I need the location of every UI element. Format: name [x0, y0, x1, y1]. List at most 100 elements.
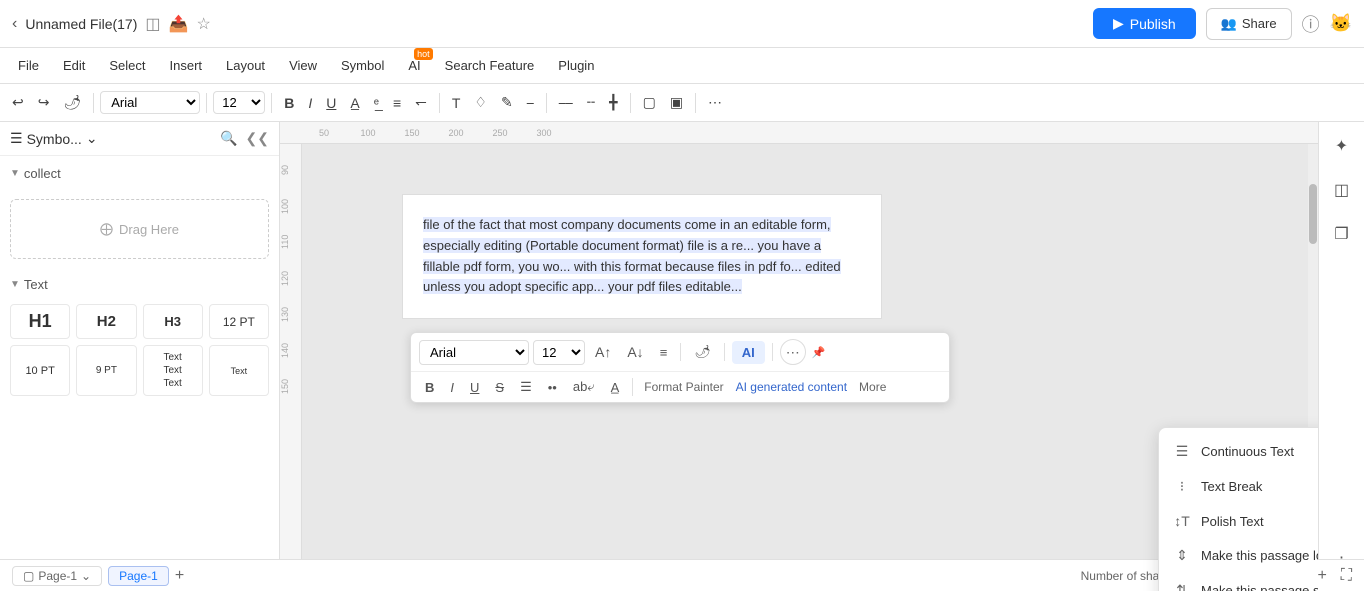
float-italic-button[interactable]: I	[444, 377, 460, 398]
share-button[interactable]: 👥 Share	[1206, 8, 1292, 40]
float-font-down-button[interactable]: A↓	[621, 341, 649, 363]
text-header[interactable]: ▼ Text	[10, 273, 269, 296]
text-item-12pt[interactable]: 12 PT	[209, 304, 269, 339]
sidebar-icons: 🔍 ❮❮	[220, 130, 269, 147]
fill-button[interactable]: ♢	[468, 90, 493, 115]
sidebar-search-icon[interactable]: 🔍	[220, 130, 237, 147]
cm-item-longer[interactable]: ⇕ Make this passage longer	[1159, 538, 1318, 573]
line-spacing-button[interactable]: ≡	[387, 91, 407, 115]
float-wrap-button[interactable]: ab⤶	[567, 376, 601, 398]
toolbar-divider-4	[439, 93, 440, 113]
cm-item-continuous-text[interactable]: ☰ Continuous Text	[1159, 434, 1318, 469]
menu-view[interactable]: View	[279, 54, 327, 77]
file-title: Unnamed File(17)	[25, 16, 137, 32]
float-font-select[interactable]: Arial	[419, 340, 529, 365]
rb-panel-icon[interactable]: ◫	[1326, 174, 1358, 206]
ft-divider-4	[632, 378, 633, 396]
scrollbar-thumb[interactable]	[1309, 184, 1317, 244]
menu-select[interactable]: Select	[99, 54, 155, 77]
text-item-small[interactable]: Text	[209, 345, 269, 396]
line-style2-button[interactable]: ╌	[581, 90, 601, 115]
float-bullet-button[interactable]: ••	[542, 377, 563, 398]
float-paint-button[interactable]: 🌶	[688, 341, 717, 363]
text-item-10pt[interactable]: 10 PT	[10, 345, 70, 396]
text-item-h2[interactable]: H2	[76, 304, 136, 339]
menu-edit[interactable]: Edit	[53, 54, 95, 77]
float-list-button[interactable]: ☰	[514, 376, 538, 398]
line-style-button[interactable]: ⎯⎯	[553, 90, 579, 115]
sidebar-expand-icon[interactable]: ⌄	[86, 130, 98, 147]
float-toolbar-row1: Arial 12 A↑ A↓ ≡ 🌶 AI	[411, 333, 949, 372]
float-font-color-button[interactable]: A̲	[605, 377, 626, 398]
star-icon[interactable]: ☆	[196, 14, 210, 34]
text-item-9pt[interactable]: 9 PT	[76, 345, 136, 396]
redo-button[interactable]: ↪	[32, 90, 56, 115]
rb-grid-icon[interactable]: ❐	[1326, 218, 1358, 250]
crop-button[interactable]: ▣	[664, 90, 689, 115]
menu-insert[interactable]: Insert	[160, 54, 213, 77]
help-icon[interactable]: ⓘ	[1302, 11, 1320, 37]
cm-item-text-break[interactable]: ⁝ Text Break ►	[1159, 469, 1318, 504]
share-doc-icon[interactable]: 📤	[169, 14, 189, 34]
publish-button[interactable]: ▶ Publish	[1093, 8, 1196, 39]
frame-button[interactable]: ▢	[637, 90, 662, 115]
menu-layout[interactable]: Layout	[216, 54, 275, 77]
font-size-select[interactable]: 12	[213, 91, 265, 114]
text-item-h1[interactable]: H1	[10, 304, 70, 339]
float-strike-button[interactable]: S	[489, 377, 510, 398]
page-canvas: file of the fact that most company docum…	[402, 194, 882, 319]
title-right: ▶ Publish 👥 Share ⓘ 🐱	[1093, 8, 1352, 40]
text-arrow: ▼	[10, 279, 20, 290]
menu-search-feature[interactable]: Search Feature	[435, 54, 545, 77]
float-size-select[interactable]: 12	[533, 340, 585, 365]
avatar[interactable]: 🐱	[1330, 13, 1352, 34]
float-ai-button[interactable]: AI	[732, 341, 765, 364]
text-item-stacked[interactable]: Text Text Text	[143, 345, 203, 396]
float-pin-button[interactable]: 📌	[812, 346, 826, 359]
strikethrough-button[interactable]: ᵉ̲	[368, 91, 385, 115]
panel-icon[interactable]: ◫	[145, 14, 160, 34]
collect-header[interactable]: ▼ collect	[10, 162, 269, 185]
bb-page-tab[interactable]: ▢ Page-1 ⌄	[12, 566, 102, 586]
rb-star-icon[interactable]: ✦	[1326, 130, 1358, 162]
connector-button[interactable]: ⎯	[521, 90, 540, 115]
more-button[interactable]: ⋯	[702, 90, 728, 115]
text-tool-button[interactable]: T	[446, 91, 467, 115]
bb-fullscreen-button[interactable]: ⛶	[1341, 567, 1352, 585]
float-bold-button[interactable]: B	[419, 377, 440, 398]
paint-format-button[interactable]: 🌶	[57, 90, 87, 115]
canvas-area: 50 100 150 200 250 300 90 100 110 120 13…	[280, 122, 1318, 591]
menu-file[interactable]: File	[8, 54, 49, 77]
page-text[interactable]: file of the fact that most company docum…	[403, 195, 881, 318]
bold-button[interactable]: B	[278, 91, 300, 115]
cm-item-shorter[interactable]: ⇅ Make this passage shorter	[1159, 573, 1318, 591]
toolbar-divider-1	[93, 93, 94, 113]
bb-zoom-in-button[interactable]: +	[1317, 567, 1326, 585]
font-family-select[interactable]: Arial	[100, 91, 200, 114]
float-font-up-button[interactable]: A↑	[589, 341, 617, 363]
menu-ai[interactable]: AI hot	[398, 54, 430, 77]
menu-bar: File Edit Select Insert Layout View Symb…	[0, 48, 1364, 84]
text-item-h3[interactable]: H3	[143, 304, 203, 339]
menu-symbol[interactable]: Symbol	[331, 54, 394, 77]
ruler-left: 90 100 110 120 130 140 150	[280, 144, 302, 591]
italic-button[interactable]: I	[302, 91, 318, 115]
bb-active-page[interactable]: Page-1	[108, 566, 169, 586]
undo-button[interactable]: ↩	[6, 90, 30, 115]
back-icon[interactable]: ‹	[12, 15, 17, 33]
drag-here-area[interactable]: ⨁ Drag Here	[10, 199, 269, 259]
align-button[interactable]: ↽	[409, 90, 433, 115]
sidebar-collect-section: ▼ collect	[0, 156, 279, 191]
cm-item-polish-text[interactable]: ↕T Polish Text	[1159, 504, 1318, 538]
sidebar-collapse-icon[interactable]: ❮❮	[246, 130, 269, 147]
font-color-button[interactable]: A̲	[344, 91, 365, 115]
line-border-button[interactable]: ╋	[603, 90, 623, 115]
underline-button[interactable]: U	[320, 91, 342, 115]
pen-button[interactable]: ✎	[495, 90, 519, 115]
paint-icon: 🌶	[694, 344, 711, 360]
float-underline-button[interactable]: U	[464, 377, 485, 398]
float-more-button[interactable]: ⋯	[780, 339, 806, 365]
bb-add-page-button[interactable]: +	[175, 567, 184, 585]
float-align-button[interactable]: ≡	[654, 342, 674, 363]
menu-plugin[interactable]: Plugin	[548, 54, 604, 77]
